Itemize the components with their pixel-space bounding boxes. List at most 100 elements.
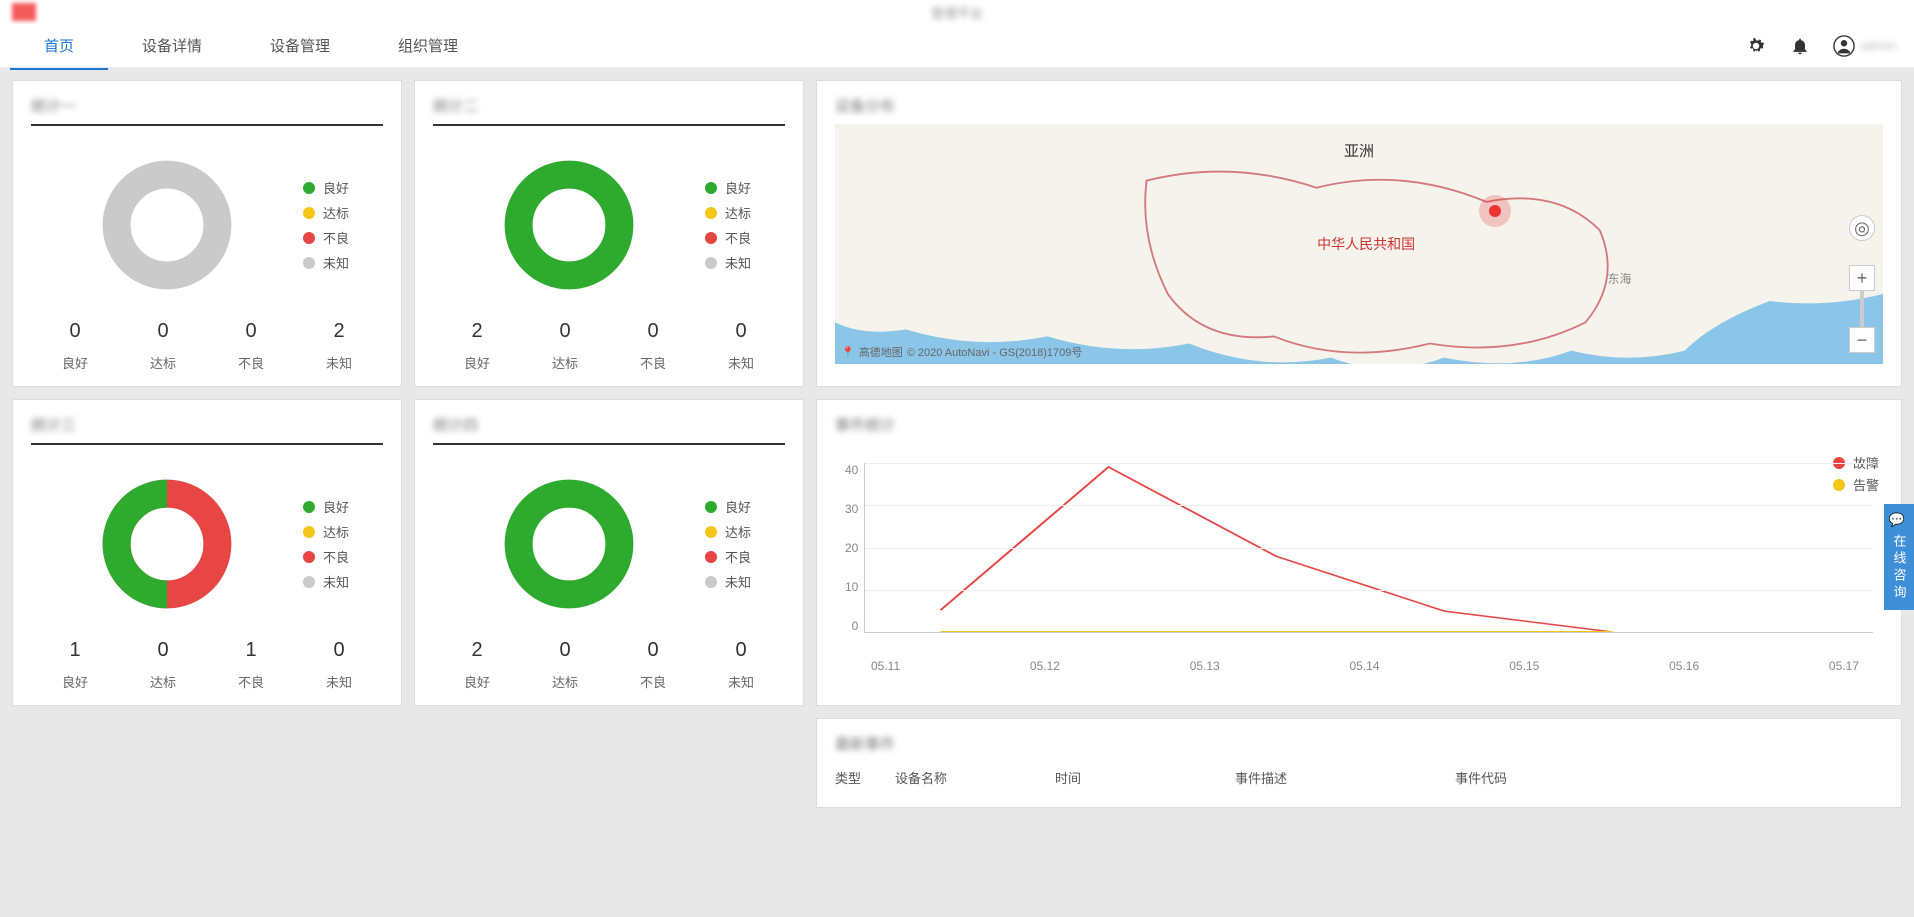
plot-area [864, 463, 1873, 633]
app-title: 管理平台 [931, 3, 983, 22]
chart-area: 40 30 20 10 0 [835, 443, 1883, 653]
legend-label: 不良 [725, 228, 751, 247]
donut-chart [433, 155, 705, 295]
y-axis: 40 30 20 10 0 [845, 463, 864, 633]
legend-dot-good [303, 182, 315, 194]
divider [433, 124, 785, 126]
donut-card-1: 统计一 良好 达标 不良 未知 0良好 0达标 0不良 2未知 [12, 80, 402, 387]
nav-tab-device-detail[interactable]: 设备详情 [138, 25, 206, 66]
legend-label: 良好 [323, 497, 349, 516]
legend-label: 不良 [323, 547, 349, 566]
count-label: 达标 [133, 353, 193, 372]
count-label: 不良 [221, 353, 281, 372]
dashboard-grid: 统计一 良好 达标 不良 未知 0 良好 0 达标 0 不良 2 未知 统计二 [0, 68, 1914, 820]
divider [31, 124, 383, 126]
legend-dot-unknown [303, 257, 315, 269]
card-title: 事件统计 [835, 414, 1883, 435]
legend-label: 未知 [323, 572, 349, 591]
count-row: 2良好 0达标 0不良 0未知 [433, 320, 785, 372]
col-time: 时间 [1055, 768, 1235, 787]
count-unknown: 0 [711, 639, 771, 662]
x-tick: 05.11 [871, 659, 900, 673]
count-pass: 0 [133, 320, 193, 343]
top-bar: 管理平台 [0, 0, 1914, 24]
x-tick: 05.13 [1190, 659, 1220, 673]
count-label: 达标 [133, 672, 193, 691]
count-row: 1良好 0达标 1不良 0未知 [31, 639, 383, 691]
chat-label: 在线咨询 [1890, 534, 1909, 602]
card-title: 统计二 [433, 95, 785, 116]
map-copyright: © 2020 AutoNavi - GS(2018)1709号 [907, 344, 1083, 360]
divider [433, 443, 785, 445]
map-label-sea: 东海 [1607, 270, 1631, 287]
count-label: 良好 [447, 353, 507, 372]
map-zoom-in-button[interactable]: + [1849, 265, 1875, 291]
legend-label: 不良 [725, 547, 751, 566]
x-tick: 05.15 [1509, 659, 1539, 673]
count-good: 0 [45, 320, 105, 343]
legend: 良好 达标 不良 未知 [303, 491, 383, 597]
legend-dot-unknown [705, 257, 717, 269]
nav-right: admin [1745, 35, 1896, 57]
map-zoom-track[interactable] [1860, 291, 1864, 327]
card-title: 统计三 [31, 414, 383, 435]
online-chat-button[interactable]: 💬 在线咨询 [1884, 504, 1914, 610]
legend-label: 良好 [323, 178, 349, 197]
legend-dot-unknown [303, 576, 315, 588]
col-code: 事件代码 [1455, 768, 1595, 787]
count-label: 不良 [221, 672, 281, 691]
brand-logo [12, 3, 36, 21]
nav-tab-home[interactable]: 首页 [40, 25, 78, 66]
donut-chart [31, 155, 303, 295]
nav-tab-org-manage[interactable]: 组织管理 [394, 25, 462, 66]
y-tick: 20 [845, 541, 858, 555]
legend-label: 良好 [725, 178, 751, 197]
count-pass: 0 [535, 639, 595, 662]
x-tick: 05.17 [1829, 659, 1859, 673]
legend-dot-bad [303, 551, 315, 563]
count-label: 达标 [535, 672, 595, 691]
map-controls: ◎ + − [1849, 215, 1875, 353]
count-pass: 0 [535, 320, 595, 343]
x-tick: 05.12 [1030, 659, 1060, 673]
count-unknown: 2 [309, 320, 369, 343]
donut-chart [31, 474, 303, 614]
count-label: 未知 [309, 353, 369, 372]
card-title: 统计一 [31, 95, 383, 116]
user-menu[interactable]: admin [1833, 35, 1896, 57]
events-table-header: 类型 设备名称 时间 事件描述 事件代码 [835, 762, 1883, 793]
map-marker[interactable] [1485, 201, 1505, 221]
count-label: 良好 [45, 353, 105, 372]
legend-label: 达标 [323, 522, 349, 541]
x-axis: 05.11 05.12 05.13 05.14 05.15 05.16 05.1… [871, 659, 1883, 673]
col-type: 类型 [835, 768, 895, 787]
amap-text: 高德地图 [859, 344, 903, 360]
map-zoom-out-button[interactable]: − [1849, 327, 1875, 353]
nav-tab-device-manage[interactable]: 设备管理 [266, 25, 334, 66]
map-credit: 📍 高德地图 © 2020 AutoNavi - GS(2018)1709号 [841, 344, 1082, 360]
divider [31, 443, 383, 445]
settings-icon[interactable] [1745, 35, 1767, 57]
legend-dot-bad [705, 232, 717, 244]
col-device: 设备名称 [895, 768, 1055, 787]
count-good: 2 [447, 320, 507, 343]
legend-dot-bad [303, 232, 315, 244]
nav-tabs: 首页 设备详情 设备管理 组织管理 [12, 25, 462, 66]
card-title: 统计四 [433, 414, 785, 435]
legend-dot-pass [303, 526, 315, 538]
donut-chart [433, 474, 705, 614]
y-tick: 40 [845, 463, 858, 477]
map-locate-button[interactable]: ◎ [1849, 215, 1875, 241]
user-icon [1833, 35, 1855, 57]
map-label-asia: 亚洲 [1344, 140, 1374, 161]
legend-label: 未知 [725, 253, 751, 272]
count-row: 0良好 0达标 0不良 2未知 [31, 320, 383, 372]
map-canvas[interactable]: 亚洲 中华人民共和国 东海 ◎ + − 📍 高德地图 © 2020 AutoNa… [835, 124, 1883, 364]
count-label: 不良 [623, 672, 683, 691]
legend-label: 不良 [323, 228, 349, 247]
nav-bar: 首页 设备详情 设备管理 组织管理 admin [0, 24, 1914, 68]
count-label: 达标 [535, 353, 595, 372]
bell-icon[interactable] [1789, 35, 1811, 57]
legend-label: 达标 [323, 203, 349, 222]
count-pass: 0 [133, 639, 193, 662]
